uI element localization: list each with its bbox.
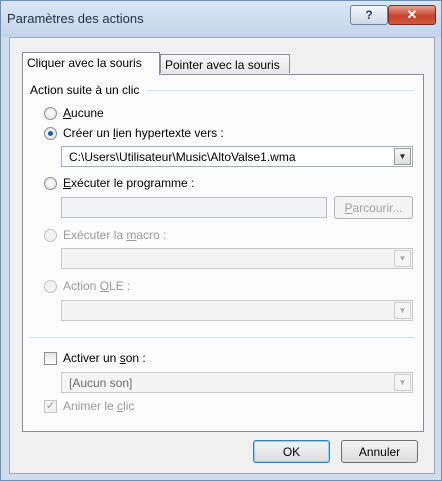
macro-dropdown[interactable]: ▼: [61, 248, 413, 269]
ok-button-label: OK: [282, 444, 301, 459]
play-sound-label[interactable]: Activer un son :: [63, 351, 146, 365]
help-button[interactable]: ?: [350, 5, 388, 25]
tab-panel: Action suite à un clic Aucune Créer un l…: [22, 74, 424, 432]
close-icon: ✕: [406, 7, 418, 22]
window-title: Paramètres des actions: [7, 11, 144, 26]
chevron-down-icon[interactable]: ▼: [394, 148, 411, 165]
ole-action-dropdown[interactable]: ▼: [61, 300, 413, 321]
radio-run-macro-label[interactable]: Exécuter la macro :: [63, 228, 166, 242]
group-divider: [147, 90, 415, 91]
hyperlink-target-value: C:\Users\Utilisateur\Music\AltoValse1.wm…: [69, 150, 296, 164]
ok-button[interactable]: OK: [253, 440, 330, 463]
tab-click-mouse[interactable]: Cliquer avec la souris: [22, 52, 160, 75]
play-sound-checkbox[interactable]: [44, 352, 57, 365]
dialog-client-area: Cliquer avec la souris Pointer avec la s…: [9, 37, 435, 474]
tab-label: Pointer avec la souris: [165, 58, 280, 72]
sound-dropdown[interactable]: [Aucun son] ▼: [61, 372, 413, 393]
browse-button-label: Parcourir...: [344, 200, 403, 215]
section-divider: [30, 337, 415, 338]
check-icon: ✓: [45, 400, 56, 412]
radio-hyperlink-label[interactable]: Créer un lien hypertexte vers :: [63, 126, 224, 140]
sound-value: [Aucun son]: [69, 376, 133, 390]
radio-run-macro[interactable]: [44, 229, 57, 242]
tab-hover-mouse[interactable]: Pointer avec la souris: [160, 54, 290, 73]
close-button[interactable]: ✕: [388, 5, 436, 25]
dialog-window: Paramètres des actions ? ✕ Cliquer avec …: [0, 0, 442, 481]
radio-hyperlink[interactable]: [44, 127, 57, 140]
radio-ole-action[interactable]: [44, 280, 57, 293]
radio-none[interactable]: [44, 107, 57, 120]
program-path-input[interactable]: [61, 197, 327, 218]
chevron-down-icon[interactable]: ▼: [394, 302, 411, 319]
tab-label: Cliquer avec la souris: [27, 56, 142, 70]
radio-run-program[interactable]: [44, 177, 57, 190]
chevron-down-icon[interactable]: ▼: [394, 374, 411, 391]
browse-button[interactable]: Parcourir...: [334, 196, 413, 219]
help-icon: ?: [365, 8, 373, 22]
hyperlink-target-dropdown[interactable]: C:\Users\Utilisateur\Music\AltoValse1.wm…: [61, 146, 413, 167]
title-bar: Paramètres des actions ? ✕: [1, 1, 441, 37]
cancel-button-label: Annuler: [358, 444, 401, 459]
cancel-button[interactable]: Annuler: [341, 440, 418, 463]
radio-none-label[interactable]: Aucune: [63, 106, 104, 120]
group-label: Action suite à un clic: [30, 83, 143, 97]
chevron-down-icon[interactable]: ▼: [394, 250, 411, 267]
animate-click-checkbox[interactable]: ✓: [44, 400, 57, 413]
radio-run-program-label[interactable]: Exécuter le programme :: [63, 176, 194, 190]
animate-click-label[interactable]: Animer le clic: [63, 399, 134, 413]
radio-ole-action-label[interactable]: Action OLE :: [63, 279, 130, 293]
